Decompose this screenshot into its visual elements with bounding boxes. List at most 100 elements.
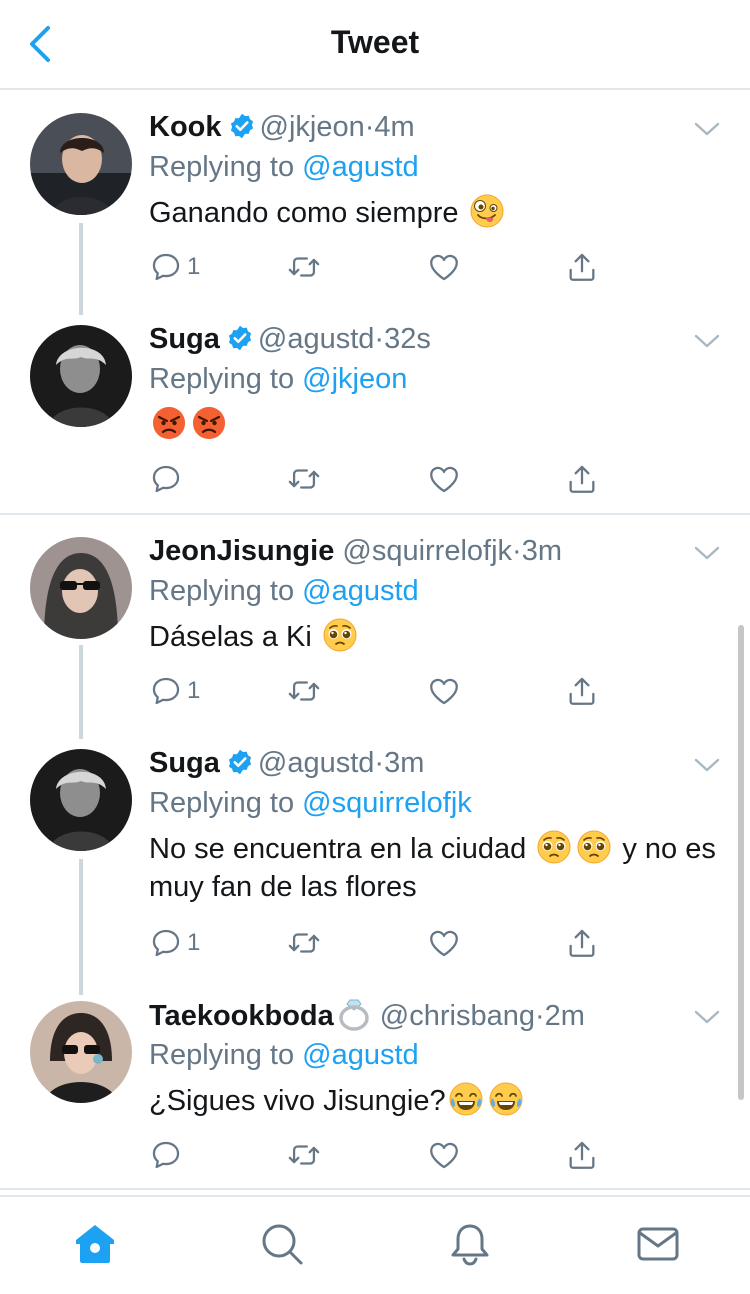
retweet-icon	[287, 462, 321, 496]
replying-to: Replying to @agustd	[149, 151, 419, 183]
scrollbar[interactable]	[738, 625, 744, 1100]
reply-mention-link[interactable]: @squirrelofjk	[302, 787, 472, 819]
chevron-down-icon[interactable]	[694, 757, 720, 773]
reply-mention-link[interactable]: @agustd	[302, 1039, 419, 1071]
heart-icon	[427, 926, 461, 960]
heart-icon	[427, 674, 461, 708]
user-name[interactable]: Taekookboda	[149, 1000, 334, 1032]
share-button[interactable]	[565, 1135, 599, 1175]
share-button[interactable]	[565, 459, 599, 499]
like-button[interactable]	[427, 923, 461, 963]
tweet-text	[149, 405, 720, 444]
chevron-down-icon[interactable]	[694, 333, 720, 349]
mail-icon[interactable]	[635, 1221, 681, 1267]
pleading-face-emoji	[576, 829, 612, 865]
share-button[interactable]	[565, 671, 599, 711]
bell-icon[interactable]	[447, 1221, 493, 1267]
chevron-down-icon[interactable]	[694, 545, 720, 561]
reply-icon	[149, 250, 183, 284]
like-button[interactable]	[427, 1135, 461, 1175]
reply-button[interactable]	[149, 459, 183, 499]
tweet-text: No se encuentra en la ciudad y no es muy…	[149, 829, 720, 906]
zany-face-emoji	[469, 193, 505, 229]
heart-icon	[427, 462, 461, 496]
avatar[interactable]	[30, 537, 132, 639]
user-handle: @jkjeon	[259, 111, 365, 143]
reply-mention-link[interactable]: @agustd	[302, 575, 419, 607]
tweet[interactable]: Suga @agustd·32s Replying to @jkjeon	[0, 305, 750, 515]
separator-dot: ·	[364, 111, 375, 143]
tweet-text: Ganando como siempre	[149, 193, 720, 232]
retweet-icon	[287, 926, 321, 960]
reply-button[interactable]: 1	[149, 247, 200, 287]
share-button[interactable]	[565, 247, 599, 287]
tweet[interactable]: JeonJisungie @squirrelofjk·3m Replying t…	[0, 517, 750, 739]
reply-icon	[149, 674, 183, 708]
replying-to: Replying to @agustd	[149, 575, 419, 607]
reply-icon	[149, 462, 183, 496]
angry-face-emoji	[151, 405, 187, 441]
reply-button[interactable]: 1	[149, 923, 200, 963]
replying-to: Replying to @agustd	[149, 1039, 419, 1071]
user-handle: @agustd	[257, 323, 375, 355]
user-handle: @chrisbang	[379, 1000, 535, 1032]
heart-icon	[427, 1138, 461, 1172]
like-button[interactable]	[427, 671, 461, 711]
conversation-divider	[0, 513, 750, 515]
retweet-icon	[287, 250, 321, 284]
tweet[interactable]: Suga @agustd·3m Replying to @squirrelofjk…	[0, 727, 750, 995]
timestamp: 2m	[544, 1000, 585, 1032]
reply-count: 1	[187, 253, 201, 280]
reply-count: 1	[187, 929, 201, 956]
user-name[interactable]: JeonJisungie	[149, 535, 334, 567]
pleading-face-emoji	[322, 617, 358, 653]
ring-icon	[339, 999, 369, 1031]
header-bar: Tweet	[0, 0, 750, 90]
reply-button[interactable]	[149, 1135, 183, 1175]
share-icon	[565, 250, 599, 284]
like-button[interactable]	[427, 247, 461, 287]
tweet-text: ¿Sigues vivo Jisungie?	[149, 1081, 720, 1120]
chevron-down-icon[interactable]	[694, 121, 720, 137]
joy-face-emoji	[488, 1081, 524, 1117]
thread-line	[79, 859, 83, 995]
angry-face-emoji	[191, 405, 227, 441]
retweet-button[interactable]	[287, 923, 321, 963]
home-icon[interactable]	[72, 1221, 118, 1267]
retweet-button[interactable]	[287, 671, 321, 711]
user-name[interactable]: Kook	[149, 111, 222, 143]
chevron-down-icon[interactable]	[694, 1009, 720, 1025]
avatar[interactable]	[30, 749, 132, 851]
joy-face-emoji	[448, 1081, 484, 1117]
reply-icon	[149, 1138, 183, 1172]
reply-mention-link[interactable]: @jkjeon	[302, 363, 407, 395]
page-title: Tweet	[330, 24, 420, 60]
retweet-icon	[287, 1138, 321, 1172]
avatar[interactable]	[30, 1001, 132, 1103]
avatar[interactable]	[30, 325, 132, 427]
like-button[interactable]	[427, 459, 461, 499]
retweet-button[interactable]	[287, 459, 321, 499]
share-icon	[565, 1138, 599, 1172]
timestamp: 32s	[384, 323, 431, 355]
search-icon[interactable]	[259, 1221, 305, 1267]
list-divider	[0, 1188, 750, 1190]
share-icon	[565, 462, 599, 496]
share-button[interactable]	[565, 923, 599, 963]
tweet[interactable]: Kook @jkjeon·4m Replying to @agustd Ganan…	[0, 95, 750, 315]
reply-mention-link[interactable]: @agustd	[302, 151, 419, 183]
timestamp: 4m	[374, 111, 415, 143]
user-name[interactable]: Suga	[149, 323, 220, 355]
replying-to: Replying to @jkjeon	[149, 363, 408, 395]
tweet[interactable]: Taekookboda @chrisbang·2m Replying to @ag…	[0, 979, 750, 1189]
user-name[interactable]: Suga	[149, 747, 220, 779]
retweet-button[interactable]	[287, 247, 321, 287]
verified-badge-icon	[226, 748, 254, 776]
replying-to: Replying to @squirrelofjk	[149, 787, 472, 819]
avatar[interactable]	[30, 113, 132, 215]
separator-dot: ·	[374, 747, 385, 779]
share-icon	[565, 926, 599, 960]
reply-button[interactable]: 1	[149, 671, 200, 711]
retweet-button[interactable]	[287, 1135, 321, 1175]
user-handle: @agustd	[257, 747, 375, 779]
